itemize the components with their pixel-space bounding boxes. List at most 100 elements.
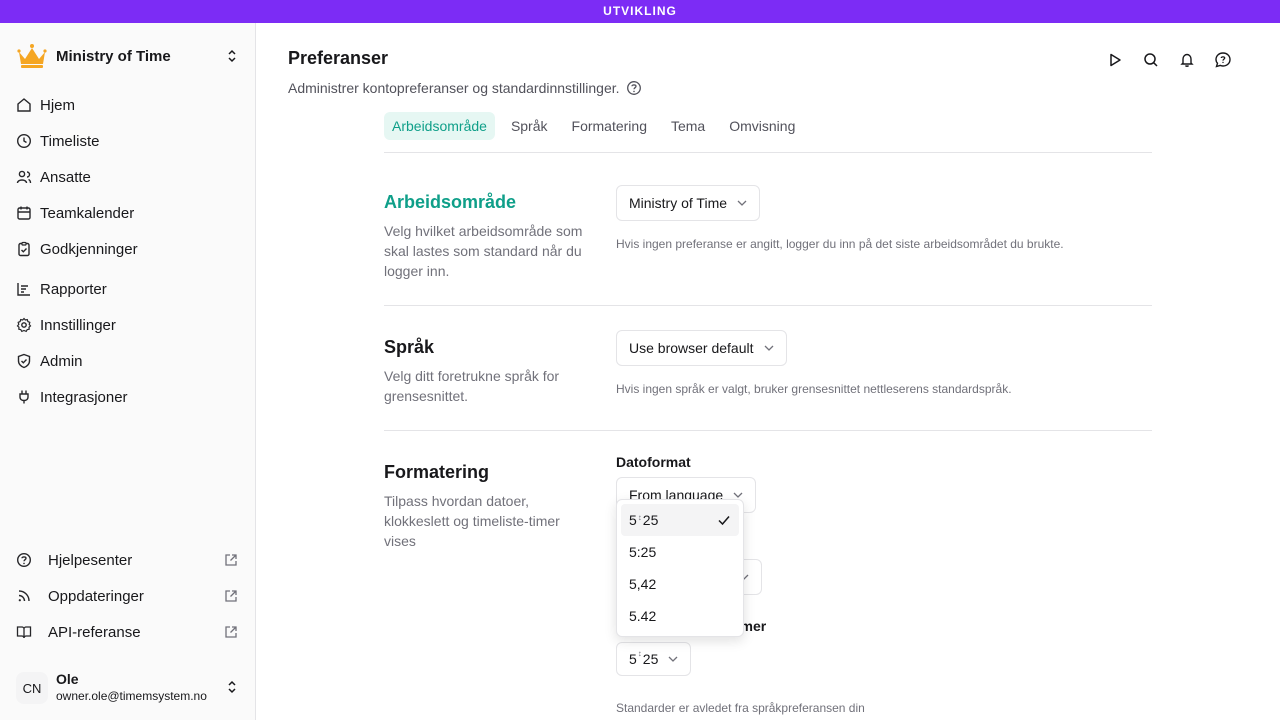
tab-arbeidsomrade[interactable]: Arbeidsområde [384,112,495,140]
environment-banner: UTVIKLING [0,0,1280,23]
help-icon[interactable] [626,80,642,96]
select-value: Ministry of Time [629,195,728,211]
nav-item-timeliste[interactable]: Timeliste [8,125,248,157]
check-icon [718,516,730,526]
nav-label: Integrasjoner [40,388,128,406]
nav-item-godkjenninger[interactable]: Godkjenninger [8,233,248,265]
report-icon [17,283,30,296]
hours-format-dropdown: 5↕25 5:25 5,42 5.42 [616,499,744,637]
nav-item-teamkalender[interactable]: Teamkalender [8,197,248,229]
link-label: Oppdateringer [48,587,144,605]
nav-label: Hjem [40,96,76,114]
tab-sprak[interactable]: Språk [503,112,556,140]
link-hjelpesenter[interactable]: Hjelpesenter [8,544,248,576]
caret-icon: ↕ [637,649,642,658]
clipboard-check-icon [18,241,30,257]
nav-label: Teamkalender [40,204,135,222]
select-value: Use browser default [629,340,754,356]
chevron-down-icon [668,656,678,662]
nav-label: Innstillinger [40,316,116,334]
divider [384,430,1152,431]
nav-item-admin[interactable]: Admin [8,345,248,377]
nav-item-innstillinger[interactable]: Innstillinger [8,309,248,341]
tab-omvisning[interactable]: Omvisning [721,112,803,140]
dropdown-option[interactable]: 5.42 [621,600,739,632]
help-chat-icon[interactable] [1214,50,1232,70]
nav-label: Godkjenninger [40,240,138,258]
page-subtitle: Administrer kontopreferanser og standard… [288,80,642,96]
workspace-hint: Hvis ingen preferanse er angitt, logger … [616,237,1064,251]
section-title-workspace: Arbeidsområde [384,192,517,212]
hours-format-select[interactable]: 5↕25 [616,642,692,676]
help-icon [16,552,32,568]
external-link-icon [225,590,237,602]
language-select[interactable]: Use browser default [616,330,787,366]
plug-icon [19,390,29,404]
user-menu[interactable]: CN Ole owner.ole@timemsystem.no [16,667,240,711]
user-email: owner.ole@timemsystem.no [56,689,207,703]
date-format-label: Datoformat [616,454,691,470]
link-oppdateringer[interactable]: Oppdateringer [8,580,248,612]
select-value: 5↕25 [629,649,659,667]
calendar-icon [17,206,31,220]
external-link-icon [225,554,237,566]
page-title: Preferanser [288,48,389,68]
nav-item-rapporter[interactable]: Rapporter [8,273,248,305]
divider [384,152,1152,153]
gear-icon [16,317,32,333]
workspace-select[interactable]: Ministry of Time [616,185,761,221]
nav-label: Rapporter [40,280,107,298]
chevrons-updown-icon [226,679,238,700]
bell-icon[interactable] [1178,50,1196,70]
workspace-switcher[interactable]: Ministry of Time [16,39,240,73]
main-content: Preferanser Administrer kontopreferanser… [256,23,1280,720]
nav-item-hjem[interactable]: Hjem [8,89,248,121]
preferences-tabs: Arbeidsområde Språk Formatering Tema Omv… [384,112,803,140]
sidebar: Ministry of Time Hjem Timeliste Ansatte … [0,23,256,720]
section-desc-formatting: Tilpass hvordan datoer, klokkeslett og t… [384,493,560,549]
nav-item-integrasjoner[interactable]: Integrasjoner [8,381,248,413]
workspace-name: Ministry of Time [56,47,171,65]
divider [384,305,1152,306]
caret-icon: ↕ [637,513,642,522]
crown-logo-icon [16,40,48,72]
section-title-formatting: Formatering [384,462,490,482]
nav-label: Timeliste [40,132,100,150]
top-actions [1106,50,1232,70]
clock-icon [16,133,32,149]
chevron-down-icon [737,200,747,206]
section-desc-workspace: Velg hvilket arbeidsområde som skal last… [384,223,583,279]
subtitle-text: Administrer kontopreferanser og standard… [288,80,620,96]
users-icon [16,170,32,184]
external-link-icon [225,626,237,638]
play-icon[interactable] [1106,50,1124,70]
tab-tema[interactable]: Tema [663,112,713,140]
dropdown-option[interactable]: 5:25 [621,536,739,568]
value-part: 5 [629,512,637,528]
shield-icon [17,353,31,369]
chevron-down-icon [764,345,773,351]
search-icon[interactable] [1142,50,1160,70]
language-hint: Hvis ingen språk er valgt, bruker grense… [616,382,1012,396]
chevrons-updown-icon [226,48,238,69]
nav-label: Admin [40,352,83,370]
rss-icon [18,590,30,602]
section-title-language: Språk [384,337,435,357]
nav-item-ansatte[interactable]: Ansatte [8,161,248,193]
dropdown-option[interactable]: 5↕25 [621,504,739,536]
value-part: 25 [642,512,659,528]
book-icon [16,626,32,639]
dropdown-option[interactable]: 5,42 [621,568,739,600]
formatting-hint: Standarder er avledet fra språkpreferans… [616,701,865,715]
value-part: 25 [642,651,659,667]
chevron-down-icon [733,492,743,498]
nav-label: Ansatte [40,168,91,186]
link-api-referanse[interactable]: API-referanse [8,616,248,648]
avatar: CN [16,672,48,704]
user-name: Ole [56,671,79,687]
section-desc-language: Velg ditt foretrukne språk for grensesni… [384,368,560,404]
link-label: Hjelpesenter [48,551,133,569]
value-part: 5 [629,651,637,667]
tab-formatering[interactable]: Formatering [564,112,655,140]
link-label: API-referanse [48,623,141,641]
